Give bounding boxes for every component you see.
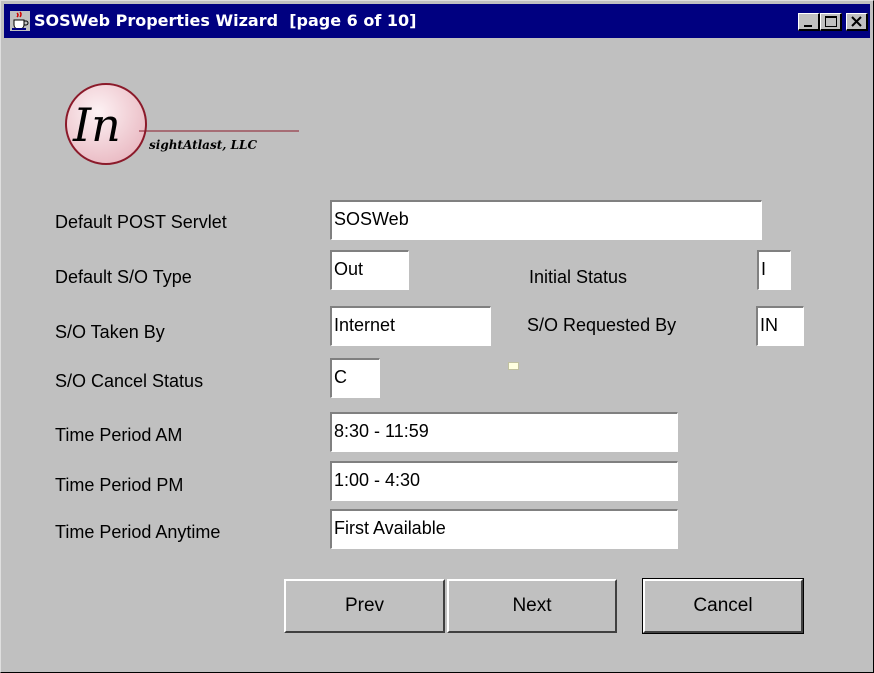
cancel-button[interactable]: Cancel [642, 578, 804, 634]
insightatlast-logo: In sightAtlast, LLC [61, 79, 321, 169]
next-button[interactable]: Next [447, 579, 617, 633]
window-title: SOSWeb Properties Wizard [page 6 of 10] [34, 11, 417, 30]
close-button[interactable] [846, 13, 868, 31]
time-period-am-input[interactable]: 8:30 - 11:59 [330, 412, 678, 452]
prev-button[interactable]: Prev [284, 579, 445, 633]
logo-tail-text: sightAtlast, LLC [149, 138, 257, 152]
logo-initials: In [72, 98, 121, 152]
time-period-anytime-label: Time Period Anytime [55, 522, 221, 542]
so-taken-by-label: S/O Taken By [55, 322, 165, 342]
maximize-icon [825, 16, 837, 27]
wizard-window: SOSWeb Properties Wizard [page 6 of 10] [0, 0, 874, 673]
default-post-servlet-input[interactable]: SOSWeb [330, 200, 762, 240]
time-period-pm-label: Time Period PM [55, 475, 184, 495]
maximize-button[interactable] [820, 13, 842, 31]
so-cancel-status-label: S/O Cancel Status [55, 371, 204, 391]
java-cup-icon [10, 11, 30, 31]
so-requested-by-input[interactable]: IN [756, 306, 804, 346]
title-bar[interactable]: SOSWeb Properties Wizard [page 6 of 10] [4, 4, 870, 38]
tooltip-marker [508, 362, 519, 370]
so-cancel-status-input[interactable]: C [330, 358, 380, 398]
time-period-am-label: Time Period AM [55, 425, 183, 445]
time-period-pm-input[interactable]: 1:00 - 4:30 [330, 461, 678, 501]
close-icon [851, 16, 862, 27]
default-so-type-input[interactable]: Out [330, 250, 409, 290]
so-taken-by-input[interactable]: Internet [330, 306, 491, 346]
initial-status-input[interactable]: I [757, 250, 791, 290]
minimize-button[interactable] [798, 13, 820, 31]
default-so-type-label: Default S/O Type [55, 267, 192, 287]
default-post-servlet-label: Default POST Servlet [55, 212, 227, 232]
time-period-anytime-input[interactable]: First Available [330, 509, 678, 549]
initial-status-label: Initial Status [529, 267, 628, 287]
minimize-icon [804, 25, 812, 27]
so-requested-by-label: S/O Requested By [527, 315, 677, 335]
